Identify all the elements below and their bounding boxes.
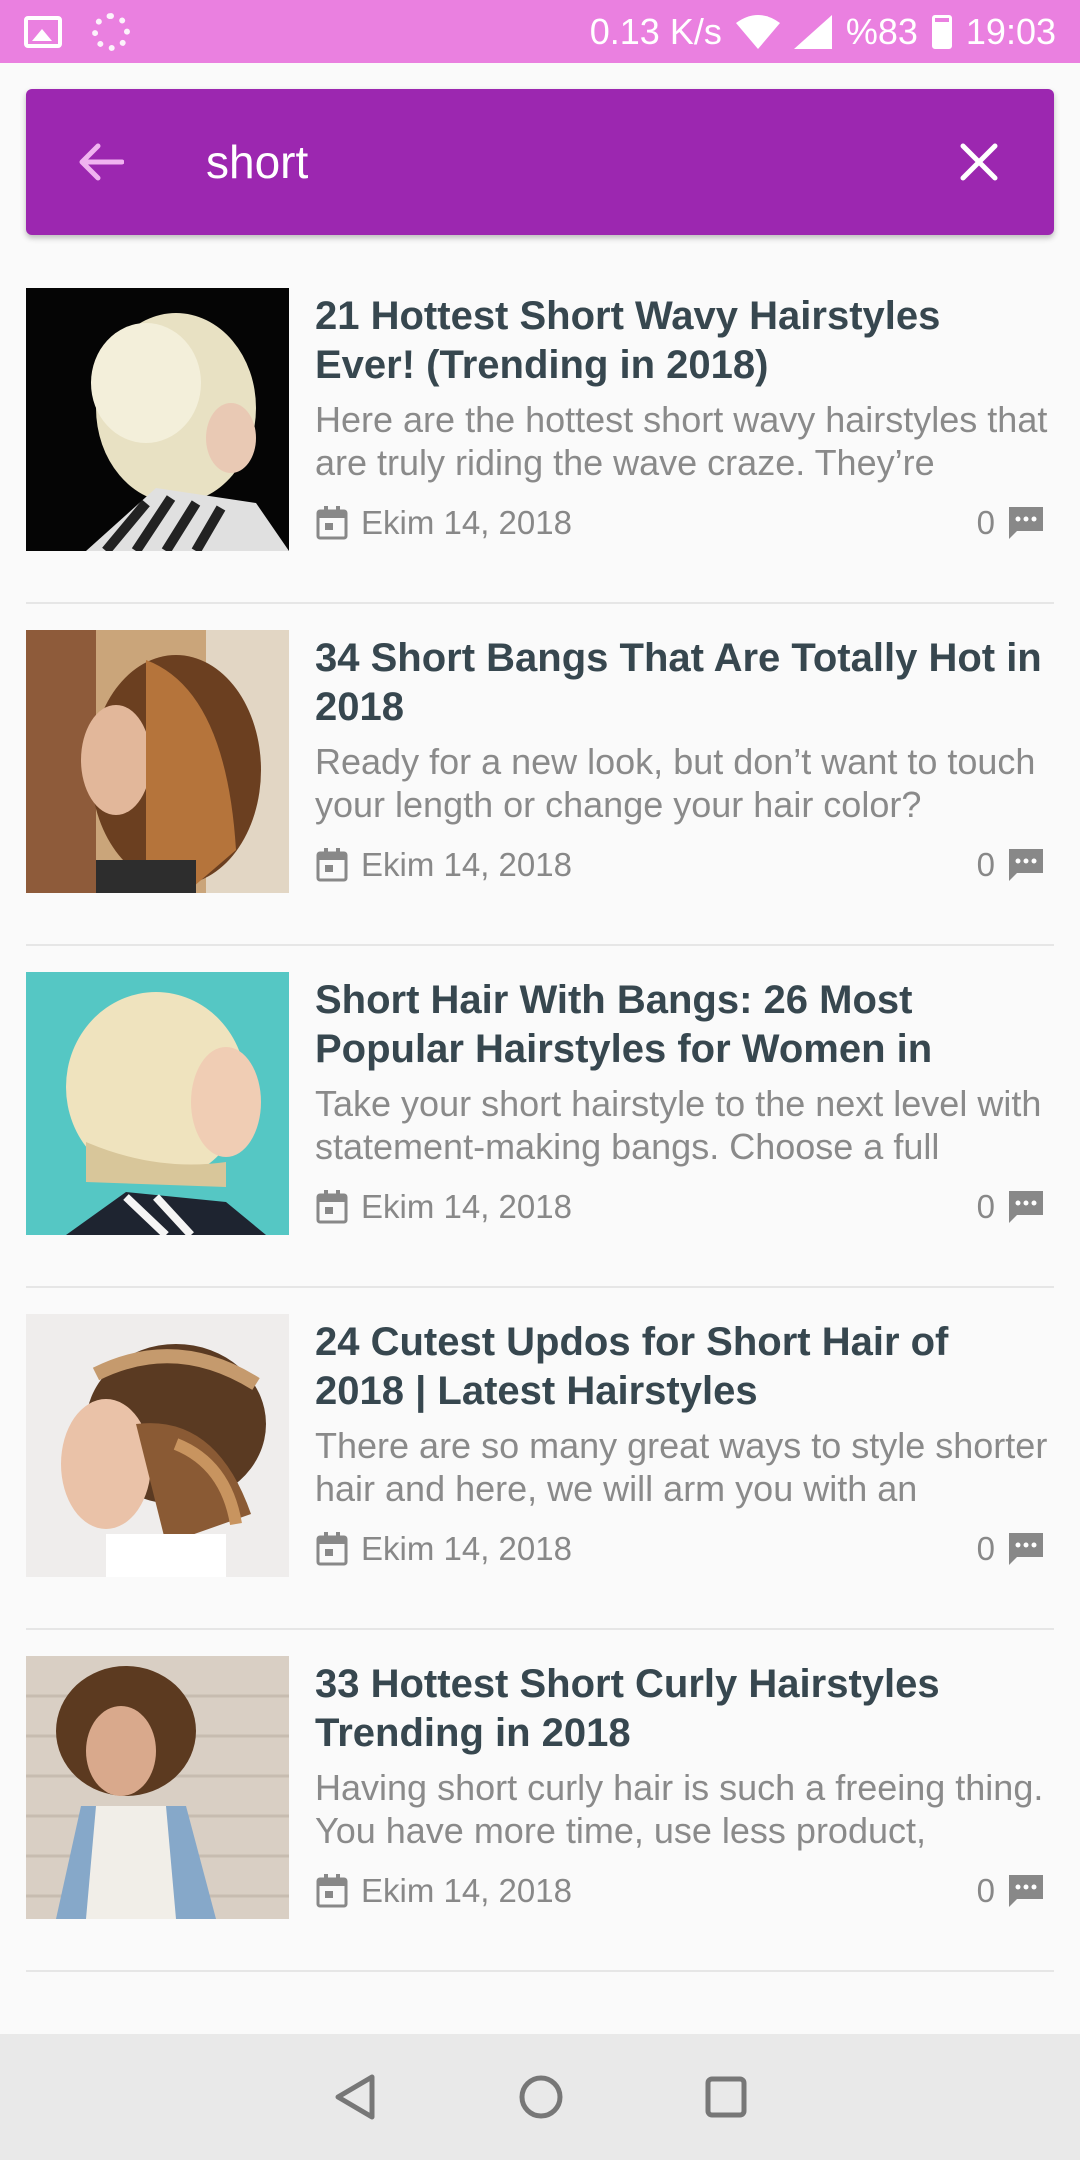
article-date: Ekim 14, 2018 [361, 1530, 572, 1567]
article-meta: Ekim 14, 2018 0 [315, 842, 1045, 888]
clear-search-button[interactable] [904, 89, 1054, 235]
article-date: Ekim 14, 2018 [361, 1872, 572, 1909]
comment-count: 0 [976, 1872, 995, 1909]
wifi-icon [735, 14, 780, 49]
comment-icon [1009, 849, 1043, 881]
article-meta: Ekim 14, 2018 0 [315, 1526, 1045, 1572]
nav-home-button[interactable] [518, 2074, 564, 2120]
close-icon [960, 143, 998, 181]
list-item[interactable]: 21 Hottest Short Wavy Hairstyles Ever! (… [26, 288, 1054, 604]
status-bar: 0.13 K/s %83 19:03 [0, 0, 1080, 63]
cell-signal-icon [793, 14, 832, 49]
article-title: 33 Hottest Short Curly Hairstyles Trendi… [315, 1662, 940, 1755]
clock: 19:03 [965, 10, 1056, 52]
comment-icon [1009, 1191, 1043, 1223]
article-meta: Ekim 14, 2018 0 [315, 500, 1045, 546]
back-button[interactable] [26, 89, 176, 235]
comment-icon [1009, 1533, 1043, 1565]
system-navigation-bar [0, 2034, 1080, 2160]
article-excerpt: Having short curly hair is such a freein… [315, 1767, 1044, 1851]
battery-icon [931, 14, 952, 49]
list-item[interactable]: 33 Hottest Short Curly Hairstyles Trendi… [26, 1656, 1054, 1972]
article-meta: Ekim 14, 2018 0 [315, 1868, 1045, 1914]
calendar-icon [316, 1532, 348, 1566]
article-date: Ekim 14, 2018 [361, 1188, 572, 1225]
comment-count: 0 [976, 1188, 995, 1225]
comment-icon [1009, 1875, 1043, 1907]
calendar-icon [316, 848, 348, 882]
comment-count: 0 [976, 1530, 995, 1567]
comment-count: 0 [976, 504, 995, 541]
nav-back-button[interactable] [332, 2073, 378, 2121]
search-results-list: 21 Hottest Short Wavy Hairstyles Ever! (… [26, 288, 1054, 1972]
calendar-icon [316, 1874, 348, 1908]
list-item[interactable]: 34 Short Bangs That Are Totally Hot in 2… [26, 630, 1054, 946]
article-excerpt: Take your short hairstyle to the next le… [315, 1083, 1042, 1167]
article-thumbnail [26, 288, 289, 551]
search-toolbar: short [26, 89, 1054, 235]
arrow-back-icon [79, 143, 124, 181]
comment-icon [1009, 507, 1043, 539]
article-title: Short Hair With Bangs: 26 Most Popular H… [315, 978, 933, 1071]
search-input[interactable]: short [176, 135, 904, 189]
calendar-icon [316, 1190, 348, 1224]
list-item[interactable]: 24 Cutest Updos for Short Hair of 2018 |… [26, 1314, 1054, 1630]
list-item[interactable]: Short Hair With Bangs: 26 Most Popular H… [26, 972, 1054, 1288]
article-title: 24 Cutest Updos for Short Hair of 2018 |… [315, 1320, 949, 1413]
article-thumbnail [26, 1656, 289, 1919]
app-notification-icon [92, 12, 130, 51]
article-thumbnail [26, 1314, 289, 1577]
gallery-notification-icon [24, 15, 62, 48]
network-speed: 0.13 K/s [589, 10, 722, 52]
article-date: Ekim 14, 2018 [361, 504, 572, 541]
nav-recents-button[interactable] [704, 2075, 748, 2119]
article-excerpt: There are so many great ways to style sh… [315, 1425, 1048, 1509]
article-title: 21 Hottest Short Wavy Hairstyles Ever! (… [315, 294, 941, 387]
article-excerpt: Here are the hottest short wavy hairstyl… [315, 399, 1048, 483]
article-thumbnail [26, 630, 289, 893]
article-thumbnail [26, 972, 289, 1235]
article-date: Ekim 14, 2018 [361, 846, 572, 883]
article-excerpt: Ready for a new look, but don’t want to … [315, 741, 1036, 825]
article-title: 34 Short Bangs That Are Totally Hot in 2… [315, 636, 1042, 729]
comment-count: 0 [976, 846, 995, 883]
article-meta: Ekim 14, 2018 0 [315, 1184, 1045, 1230]
calendar-icon [316, 506, 348, 540]
battery-percent: %83 [845, 10, 918, 52]
